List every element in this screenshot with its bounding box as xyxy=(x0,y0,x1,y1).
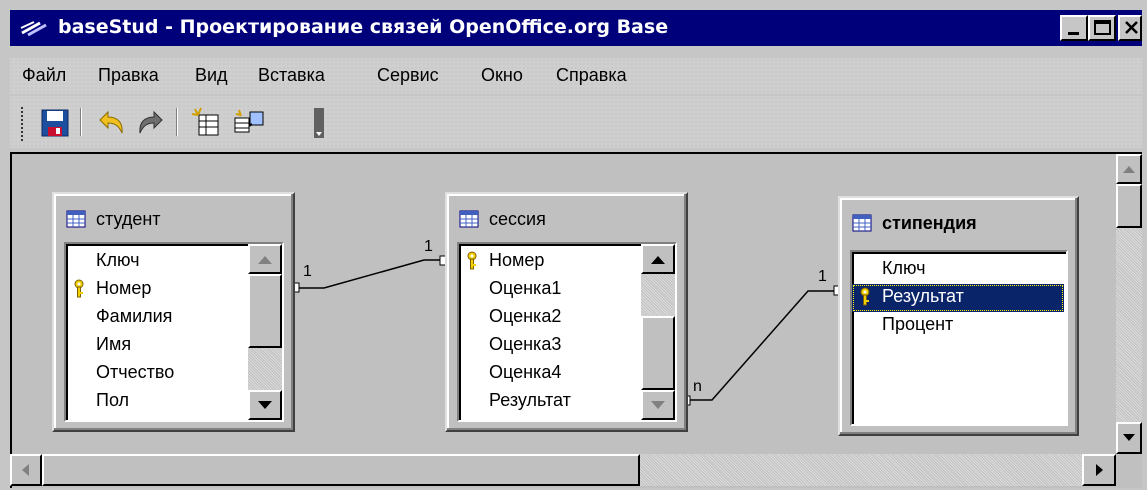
field-list[interactable]: Номер Оценка1 Оценка2 Оценка3 Оценка4 Ре… xyxy=(457,242,677,422)
table-window-student[interactable]: студент Ключ Номер Фамилия Имя Отчество … xyxy=(52,192,295,432)
list-item[interactable]: Пол xyxy=(66,388,246,416)
scroll-thumb[interactable] xyxy=(42,454,640,486)
list-item[interactable]: Оценка1 xyxy=(459,276,639,304)
arrow-up-icon xyxy=(651,256,665,264)
list-item[interactable]: Ключ xyxy=(66,248,246,276)
table-icon xyxy=(66,210,86,228)
scroll-thumb[interactable] xyxy=(1116,184,1142,228)
scroll-up-button[interactable] xyxy=(1116,154,1142,184)
list-item[interactable]: Фамилия xyxy=(66,304,246,332)
primary-key-icon xyxy=(467,251,477,270)
table-header[interactable]: студент xyxy=(66,208,161,234)
scroll-left-button[interactable] xyxy=(10,454,42,486)
scroll-right-button[interactable] xyxy=(1082,454,1116,486)
scroll-down-button[interactable] xyxy=(641,390,675,420)
table-window-stipend[interactable]: стипендия Ключ Результат Процент xyxy=(838,196,1079,436)
arrow-right-icon xyxy=(1096,464,1103,476)
list-item[interactable]: Номер xyxy=(459,248,639,276)
scroll-thumb[interactable] xyxy=(248,274,282,348)
arrow-up-icon xyxy=(258,256,272,264)
scroll-down-button[interactable] xyxy=(248,390,282,420)
table-header[interactable]: сессия xyxy=(459,208,546,234)
cardinality-label: n xyxy=(693,378,702,395)
list-item[interactable]: Результат xyxy=(459,388,639,416)
list-item[interactable]: Отчество xyxy=(66,360,246,388)
scrollbar-corner xyxy=(1116,454,1142,486)
arrow-down-icon xyxy=(651,401,665,409)
table-icon xyxy=(459,210,479,228)
relation-session-stipend[interactable] xyxy=(683,285,841,406)
list-item[interactable]: Оценка2 xyxy=(459,304,639,332)
cardinality-label: 1 xyxy=(424,238,433,255)
scroll-up-button[interactable] xyxy=(248,244,282,274)
list-item[interactable]: Номер xyxy=(66,276,246,304)
table-icon xyxy=(852,214,872,232)
table-header[interactable]: стипендия xyxy=(852,212,977,238)
primary-key-icon xyxy=(74,279,84,298)
scroll-down-button[interactable] xyxy=(1116,422,1142,454)
list-item[interactable]: Процент xyxy=(852,312,1064,340)
scroll-up-button[interactable] xyxy=(641,244,675,274)
list-item[interactable]: Ключ xyxy=(852,256,1064,284)
primary-key-icon xyxy=(860,287,870,306)
arrow-up-icon xyxy=(1123,166,1135,173)
list-item[interactable]: Имя xyxy=(66,332,246,360)
scroll-thumb[interactable] xyxy=(641,316,675,390)
application-window: baseStud - Проектирование связей OpenOff… xyxy=(0,0,1147,490)
table-title: стипендия xyxy=(882,212,977,233)
arrow-down-icon xyxy=(258,401,272,409)
cardinality-label: 1 xyxy=(818,268,827,285)
relation-student-session[interactable] xyxy=(292,255,447,293)
table-title: сессия xyxy=(489,208,546,229)
list-item[interactable]: Оценка3 xyxy=(459,332,639,360)
list-item[interactable]: Оценка4 xyxy=(459,360,639,388)
arrow-left-icon xyxy=(22,464,29,476)
table-window-session[interactable]: сессия Номер Оценка1 Оценка2 Оценка3 Оце… xyxy=(445,192,688,432)
design-vertical-scrollbar[interactable] xyxy=(1116,154,1142,454)
table-title: студент xyxy=(96,208,161,229)
vertical-scrollbar[interactable] xyxy=(248,244,282,420)
design-horizontal-scrollbar[interactable] xyxy=(10,454,1116,486)
cardinality-label: 1 xyxy=(303,263,312,280)
field-list[interactable]: Ключ Результат Процент xyxy=(850,250,1068,426)
list-item-selected[interactable]: Результат xyxy=(852,284,1064,312)
arrow-down-icon xyxy=(1123,434,1135,441)
field-list[interactable]: Ключ Номер Фамилия Имя Отчество Пол xyxy=(64,242,284,422)
vertical-scrollbar[interactable] xyxy=(641,244,675,420)
